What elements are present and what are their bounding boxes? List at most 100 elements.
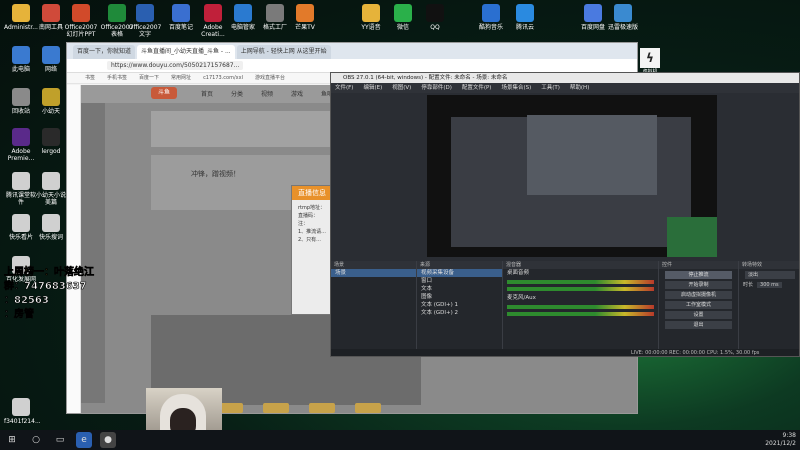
desktop-icon[interactable]: 回收站 xyxy=(4,88,38,115)
app-icon xyxy=(234,4,252,22)
exit-button[interactable]: 退出 xyxy=(665,321,732,329)
start-recording-button[interactable]: 开始录制 xyxy=(665,281,732,289)
settings-button[interactable]: 设置 xyxy=(665,311,732,319)
windows-start-icon[interactable]: ⊞ xyxy=(4,432,20,448)
desktop-icon[interactable]: 快乐看片 xyxy=(4,214,38,241)
overlay-admin: ：房管 xyxy=(4,309,35,321)
browser-tab[interactable]: 上网导航 - 轻快上网 从这里开始 xyxy=(236,45,331,59)
app-icon xyxy=(12,4,30,22)
obs-menu-item[interactable]: 文件(F) xyxy=(335,83,353,93)
desktop-icon[interactable]: 此电脑 xyxy=(4,46,38,73)
desktop-icon[interactable]: 迅雷极速版 xyxy=(606,4,640,31)
obs-status-bar: LIVE: 00:00:00 REC: 00:00:00 CPU: 1.5%, … xyxy=(331,349,799,356)
audio-meter[interactable] xyxy=(507,280,654,284)
obs-preview[interactable] xyxy=(427,95,717,257)
browser-tab[interactable]: 百度一下，你就知道 xyxy=(73,45,136,59)
obs-menu-item[interactable]: 配置文件(P) xyxy=(462,83,492,93)
desktop-icon[interactable]: Adobe Creati... xyxy=(196,4,230,38)
app-icon xyxy=(12,46,30,64)
browser-taskbar-icon[interactable]: e xyxy=(76,432,92,448)
desktop-icon[interactable]: 酷狗音乐 xyxy=(474,4,508,31)
desktop-icon[interactable]: Adobe Premie... xyxy=(4,128,38,162)
desktop-icon[interactable]: 百度网盘 xyxy=(576,4,610,31)
obs-menu-item[interactable]: 视图(V) xyxy=(392,83,411,93)
obs-menu-item[interactable]: 停靠部件(D) xyxy=(421,83,452,93)
desktop-icon[interactable]: f3401f214... xyxy=(4,398,41,425)
site-logo[interactable]: 斗鱼 xyxy=(151,87,177,99)
audio-meter[interactable] xyxy=(507,305,654,309)
nav-game[interactable]: 游戏 xyxy=(291,89,303,98)
desktop-icon-label: Office2007 幻灯片PPT xyxy=(64,24,98,38)
obs-taskbar-icon[interactable]: ● xyxy=(100,432,116,448)
desktop-icon[interactable]: 电脑管家 xyxy=(226,4,260,31)
desktop-icon[interactable]: Office2007 幻灯片PPT xyxy=(64,4,98,38)
stop-streaming-button[interactable]: 停止推流 xyxy=(665,271,732,279)
address-bar[interactable]: https://www.douyu.com/5050217157687... xyxy=(67,59,637,73)
browser-tab-active[interactable]: 斗鱼直播间_小幼天直播_斗鱼 - ... xyxy=(137,45,235,59)
bookmark[interactable]: 书签 xyxy=(85,73,95,83)
desktop-icon[interactable]: 百度笔记 xyxy=(164,4,198,31)
bookmark[interactable]: c17173.com/xxl xyxy=(203,73,243,83)
source-item[interactable]: 文本 (GDI+) 2 xyxy=(417,309,502,317)
source-item[interactable]: 文本 xyxy=(417,285,502,293)
desktop-icon[interactable]: YY语音 xyxy=(354,4,388,31)
studio-mode-button[interactable]: 工作室模式 xyxy=(665,301,732,309)
desktop-icon[interactable]: Office2007 文字 xyxy=(128,4,162,38)
desktop-icon[interactable]: 腾讯云 xyxy=(508,4,542,31)
desktop-icon[interactable]: Administr... xyxy=(4,4,38,31)
app-icon xyxy=(204,4,222,22)
desktop-icon[interactable]: 格式工厂 xyxy=(258,4,292,31)
desktop-icon[interactable]: 小幼天 xyxy=(34,88,68,115)
scene-item[interactable]: 场景 xyxy=(331,269,416,277)
desktop-icon[interactable]: 小幼天小说 美篇 xyxy=(34,172,68,206)
duration-field[interactable]: 300 ms xyxy=(757,281,782,288)
virtual-camera-button[interactable]: 启动虚拟摄像机 xyxy=(665,291,732,299)
nav-home[interactable]: 首页 xyxy=(201,89,213,98)
app-icon xyxy=(42,88,60,106)
virtual-machine-icon[interactable]: ϟ xyxy=(640,48,660,68)
desktop-icon[interactable]: 南网工具 xyxy=(34,4,68,31)
app-icon xyxy=(12,88,30,106)
desktop-icon[interactable]: 芒果TV xyxy=(288,4,322,31)
desktop-icon[interactable]: 微信 xyxy=(386,4,420,31)
app-icon xyxy=(108,4,126,22)
source-item[interactable]: 图像 xyxy=(417,293,502,301)
search-icon[interactable]: ○ xyxy=(28,432,44,448)
url-text[interactable]: https://www.douyu.com/5050217157687... xyxy=(107,61,244,70)
gift-icon[interactable] xyxy=(355,403,381,413)
bookmark[interactable]: 百度一下 xyxy=(139,73,159,83)
desktop-icon[interactable]: 快乐搜词 xyxy=(34,214,68,241)
bookmark[interactable]: 游戏直播平台 xyxy=(255,73,285,83)
mixer-track-label: 麦克风/Aux xyxy=(507,295,536,301)
task-view-icon[interactable]: ▭ xyxy=(52,432,68,448)
nav-video[interactable]: 视频 xyxy=(261,89,273,98)
transitions-panel: 转场特效 淡出 时长 300 ms xyxy=(739,261,799,356)
desktop-icon[interactable]: 网络 xyxy=(34,46,68,73)
source-item[interactable]: 文本 (GDI+) 1 xyxy=(417,301,502,309)
gift-icon[interactable] xyxy=(309,403,335,413)
obs-menu-item[interactable]: 工具(T) xyxy=(541,83,560,93)
obs-menu-item[interactable]: 场景集合(S) xyxy=(501,83,531,93)
obs-menu-item[interactable]: 帮助(H) xyxy=(570,83,589,93)
obs-menu-item[interactable]: 编辑(E) xyxy=(363,83,382,93)
desktop-icon-label: YY语音 xyxy=(361,24,381,31)
audio-meter[interactable] xyxy=(507,312,654,316)
bookmark[interactable]: 手机书签 xyxy=(107,73,127,83)
scenes-panel: 场景 场景 xyxy=(331,261,417,356)
transition-select[interactable]: 淡出 xyxy=(745,271,795,279)
obs-window: OBS 27.0.1 (64-bit, windows) - 配置文件: 未命名… xyxy=(330,72,800,357)
obs-dock: 场景 场景 来源 视频采集设备 窗口 文本 图像 文本 (GDI+) 1 文本 … xyxy=(331,261,799,356)
source-item[interactable]: 视频采集设备 xyxy=(417,269,502,277)
bookmark[interactable]: 常用网址 xyxy=(171,73,191,83)
taskbar-clock[interactable]: 9:38 2021/12/2 xyxy=(765,432,796,448)
gift-icon[interactable] xyxy=(263,403,289,413)
stream-overlay: 上周榜一：叶落绝江 群：747683637 ：82563 ：房管 xyxy=(0,266,106,356)
desktop-icon[interactable]: 腾讯课堂软件 xyxy=(4,172,38,206)
desktop-icon[interactable]: lergod xyxy=(34,128,68,155)
app-icon xyxy=(362,4,380,22)
nav-category[interactable]: 分类 xyxy=(231,89,243,98)
desktop-icon-label: 芒果TV xyxy=(295,24,315,31)
audio-meter[interactable] xyxy=(507,287,654,291)
desktop-icon[interactable]: QQ xyxy=(418,4,452,31)
source-item[interactable]: 窗口 xyxy=(417,277,502,285)
